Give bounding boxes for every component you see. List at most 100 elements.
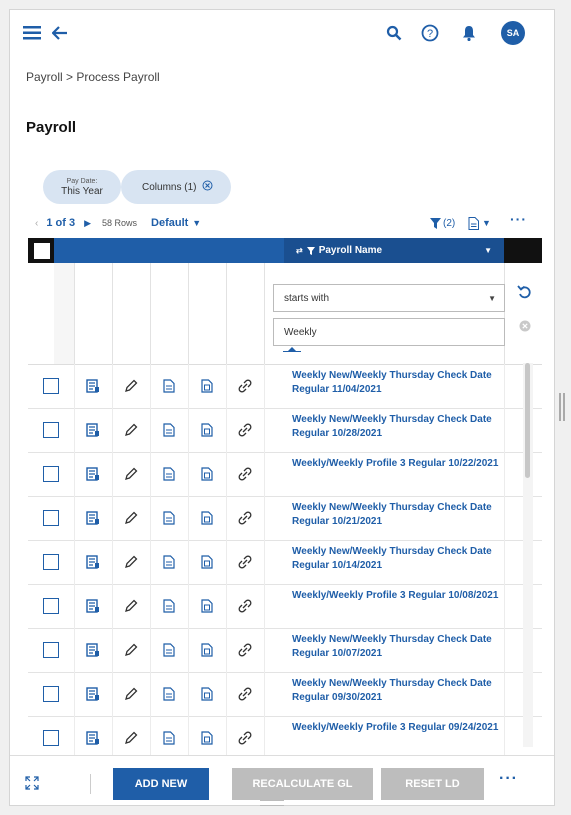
link-icon[interactable] bbox=[226, 496, 264, 540]
paystub-icon[interactable] bbox=[188, 540, 226, 584]
payroll-name-link[interactable]: Weekly New/Weekly Thursday Check Date Re… bbox=[292, 677, 502, 705]
report-icon[interactable] bbox=[74, 408, 112, 452]
columns-chip[interactable]: Columns (1) bbox=[121, 170, 231, 204]
expand-icon[interactable] bbox=[25, 776, 39, 795]
report-icon[interactable] bbox=[74, 584, 112, 628]
add-new-button[interactable]: ADD NEW bbox=[113, 768, 209, 800]
report-icon[interactable] bbox=[74, 452, 112, 496]
filter-operator-select[interactable]: starts with ▼ bbox=[273, 284, 505, 312]
prev-page-icon[interactable]: ‹ bbox=[35, 218, 38, 229]
recalculate-gl-button[interactable]: RECALCULATE GL bbox=[232, 768, 373, 800]
payroll-name-link[interactable]: Weekly New/Weekly Thursday Check Date Re… bbox=[292, 545, 502, 573]
row-checkbox[interactable] bbox=[38, 716, 64, 760]
payroll-name-link[interactable]: Weekly/Weekly Profile 3 Regular 09/24/20… bbox=[292, 721, 502, 735]
edit-icon[interactable] bbox=[112, 452, 150, 496]
link-icon[interactable] bbox=[226, 452, 264, 496]
row-checkbox[interactable] bbox=[38, 672, 64, 716]
link-icon[interactable] bbox=[226, 584, 264, 628]
report-icon[interactable] bbox=[74, 364, 112, 408]
filter-button[interactable]: (2) bbox=[430, 217, 455, 229]
remove-chip-icon[interactable] bbox=[202, 180, 213, 194]
avatar[interactable]: SA bbox=[501, 21, 525, 45]
row-checkbox[interactable] bbox=[38, 584, 64, 628]
table-row[interactable]: Weekly New/Weekly Thursday Check Date Re… bbox=[28, 628, 542, 673]
edit-icon[interactable] bbox=[112, 672, 150, 716]
pay-date-chip[interactable]: Pay Date: This Year bbox=[43, 170, 121, 204]
edit-icon[interactable] bbox=[112, 628, 150, 672]
edit-icon[interactable] bbox=[112, 540, 150, 584]
paystub-icon[interactable] bbox=[188, 408, 226, 452]
next-page-icon[interactable]: ▶ bbox=[84, 218, 91, 229]
link-icon[interactable] bbox=[226, 408, 264, 452]
resize-grip[interactable] bbox=[283, 351, 301, 352]
table-row[interactable]: Weekly New/Weekly Thursday Check Date Re… bbox=[28, 540, 542, 585]
row-checkbox[interactable] bbox=[38, 540, 64, 584]
payroll-name-link[interactable]: Weekly New/Weekly Thursday Check Date Re… bbox=[292, 369, 502, 397]
document-icon[interactable] bbox=[150, 496, 188, 540]
undo-icon[interactable] bbox=[517, 285, 531, 304]
bottom-resize-handle[interactable] bbox=[260, 800, 284, 806]
report-icon[interactable] bbox=[74, 672, 112, 716]
report-icon[interactable] bbox=[74, 496, 112, 540]
sort-icon[interactable]: ⇄ bbox=[296, 246, 303, 255]
edit-icon[interactable] bbox=[112, 584, 150, 628]
row-checkbox[interactable] bbox=[38, 408, 64, 452]
payroll-name-header[interactable]: ⇄ Payroll Name ▼ bbox=[284, 238, 504, 263]
scrollbar-thumb[interactable] bbox=[525, 363, 530, 478]
document-icon[interactable] bbox=[150, 716, 188, 760]
payroll-name-link[interactable]: Weekly New/Weekly Thursday Check Date Re… bbox=[292, 413, 502, 441]
paystub-icon[interactable] bbox=[188, 496, 226, 540]
document-icon[interactable] bbox=[150, 408, 188, 452]
table-row[interactable]: Weekly New/Weekly Thursday Check Date Re… bbox=[28, 408, 542, 453]
document-icon[interactable] bbox=[150, 540, 188, 584]
paystub-icon[interactable] bbox=[188, 628, 226, 672]
grid-scrollbar[interactable] bbox=[523, 363, 533, 747]
export-button[interactable]: ▼ bbox=[468, 216, 491, 230]
table-row[interactable]: Weekly/Weekly Profile 3 Regular 10/08/20… bbox=[28, 584, 542, 629]
row-checkbox[interactable] bbox=[38, 628, 64, 672]
edit-icon[interactable] bbox=[112, 408, 150, 452]
link-icon[interactable] bbox=[226, 364, 264, 408]
search-icon[interactable] bbox=[384, 23, 404, 43]
link-icon[interactable] bbox=[226, 672, 264, 716]
bell-icon[interactable] bbox=[459, 23, 479, 43]
header-chevron-icon[interactable]: ▼ bbox=[484, 246, 492, 255]
document-icon[interactable] bbox=[150, 672, 188, 716]
side-resize-handle[interactable] bbox=[559, 393, 565, 421]
document-icon[interactable] bbox=[150, 452, 188, 496]
help-icon[interactable]: ? bbox=[420, 23, 440, 43]
footer-more-icon[interactable]: ··· bbox=[499, 770, 518, 788]
edit-icon[interactable] bbox=[112, 716, 150, 760]
row-checkbox[interactable] bbox=[38, 364, 64, 408]
paystub-icon[interactable] bbox=[188, 452, 226, 496]
breadcrumb[interactable]: Payroll > Process Payroll bbox=[26, 70, 160, 84]
select-all-checkbox[interactable] bbox=[34, 243, 50, 259]
report-icon[interactable] bbox=[74, 716, 112, 760]
link-icon[interactable] bbox=[226, 628, 264, 672]
table-row[interactable]: Weekly New/Weekly Thursday Check Date Re… bbox=[28, 672, 542, 717]
clear-filter-icon[interactable] bbox=[519, 319, 531, 337]
payroll-name-link[interactable]: Weekly New/Weekly Thursday Check Date Re… bbox=[292, 633, 502, 661]
menu-icon[interactable] bbox=[22, 24, 42, 42]
chevron-down-icon[interactable]: ▼ bbox=[192, 218, 201, 228]
link-icon[interactable] bbox=[226, 540, 264, 584]
paystub-icon[interactable] bbox=[188, 716, 226, 760]
paystub-icon[interactable] bbox=[188, 364, 226, 408]
back-arrow-icon[interactable] bbox=[50, 24, 70, 42]
reset-ld-button[interactable]: RESET LD bbox=[381, 768, 484, 800]
document-icon[interactable] bbox=[150, 584, 188, 628]
row-checkbox[interactable] bbox=[38, 452, 64, 496]
report-icon[interactable] bbox=[74, 540, 112, 584]
more-options-icon[interactable]: ··· bbox=[510, 211, 527, 227]
table-row[interactable]: Weekly New/Weekly Thursday Check Date Re… bbox=[28, 496, 542, 541]
report-icon[interactable] bbox=[74, 628, 112, 672]
payroll-name-link[interactable]: Weekly/Weekly Profile 3 Regular 10/22/20… bbox=[292, 457, 502, 471]
table-row[interactable]: Weekly New/Weekly Thursday Check Date Re… bbox=[28, 364, 542, 409]
row-checkbox[interactable] bbox=[38, 496, 64, 540]
document-icon[interactable] bbox=[150, 364, 188, 408]
filter-value-input[interactable]: Weekly bbox=[273, 318, 505, 346]
paystub-icon[interactable] bbox=[188, 672, 226, 716]
view-select[interactable]: Default bbox=[151, 217, 188, 229]
payroll-name-link[interactable]: Weekly New/Weekly Thursday Check Date Re… bbox=[292, 501, 502, 529]
document-icon[interactable] bbox=[150, 628, 188, 672]
